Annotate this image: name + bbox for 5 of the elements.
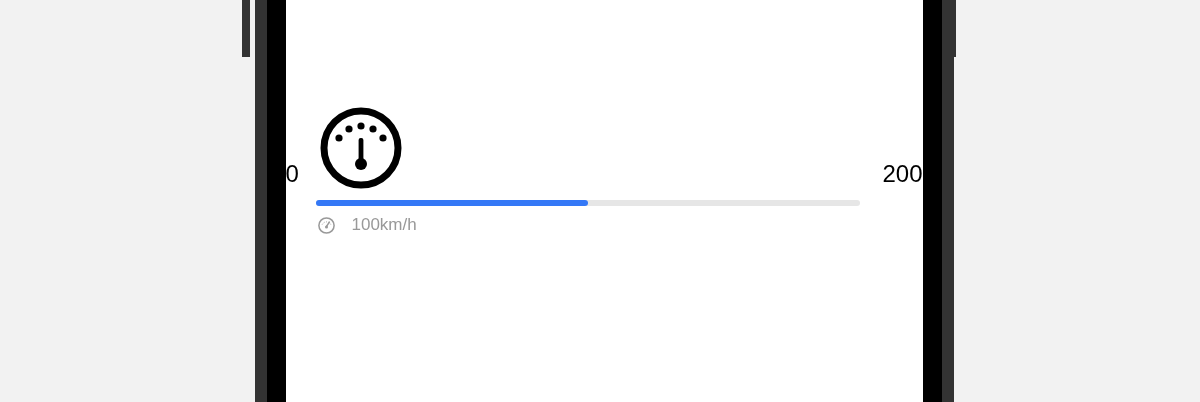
speedometer-icon: [316, 215, 336, 235]
min-label: 0: [285, 160, 299, 188]
speedometer-icon: [319, 107, 402, 189]
speed-reading: 100km/h: [351, 215, 417, 235]
max-label: 200: [882, 160, 923, 188]
